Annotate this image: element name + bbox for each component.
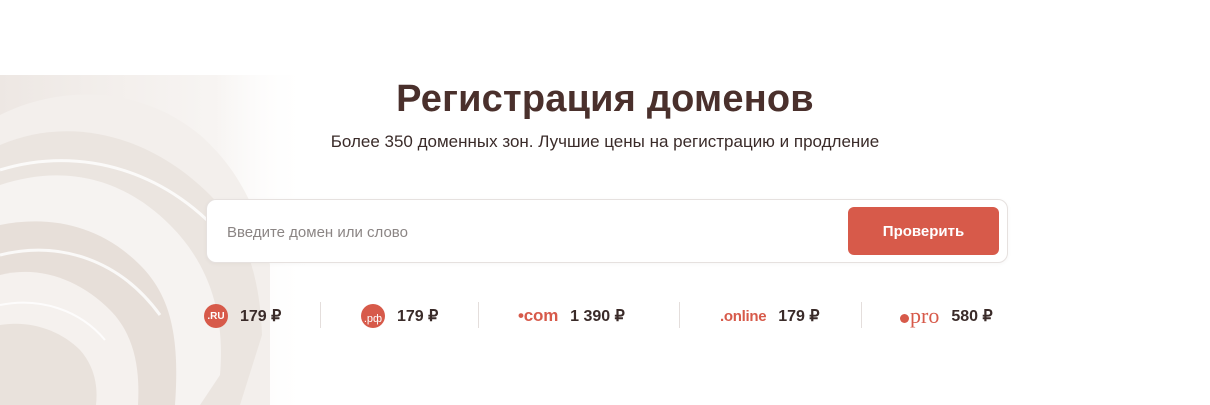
pro-dot-icon	[900, 314, 909, 323]
pro-zone-logo: pro	[900, 305, 939, 327]
zone-divider	[861, 302, 862, 328]
ru-zone-logo: .RU	[204, 304, 228, 328]
zone-price: 580 ₽	[951, 308, 993, 325]
zone-price: 179 ₽	[397, 308, 439, 325]
zone-divider	[478, 302, 479, 328]
online-zone-logo: .online	[720, 307, 767, 325]
check-domain-button[interactable]: Проверить	[848, 207, 999, 255]
page-title: Регистрация доменов	[396, 78, 814, 120]
domain-search-input[interactable]	[227, 214, 827, 250]
com-zone-logo: •com	[518, 306, 559, 325]
zone-item-ru[interactable]: .RU 179 ₽	[204, 296, 281, 336]
zone-item-com[interactable]: •com 1 390 ₽	[518, 296, 625, 336]
rf-zone-logo: .рф	[361, 304, 385, 328]
zone-divider	[679, 302, 680, 328]
domain-search-form: Проверить	[206, 199, 1008, 263]
page-subtitle: Более 350 доменных зон. Лучшие цены на р…	[330, 132, 880, 151]
pro-zone-logo-text: pro	[910, 303, 940, 328]
domain-zone-price-list: .RU 179 ₽ .рф 179 ₽ •com 1 390 ₽ .online…	[180, 296, 1040, 336]
zone-item-online[interactable]: .online 179 ₽	[720, 296, 820, 336]
zone-divider	[320, 302, 321, 328]
zone-price: 179 ₽	[778, 308, 820, 325]
domain-registration-page: Регистрация доменов Более 350 доменных з…	[0, 0, 1210, 405]
zone-item-rf[interactable]: .рф 179 ₽	[361, 296, 438, 336]
zone-price: 179 ₽	[240, 308, 282, 325]
zone-item-pro[interactable]: pro 580 ₽	[900, 296, 993, 336]
zone-price: 1 390 ₽	[570, 308, 625, 325]
